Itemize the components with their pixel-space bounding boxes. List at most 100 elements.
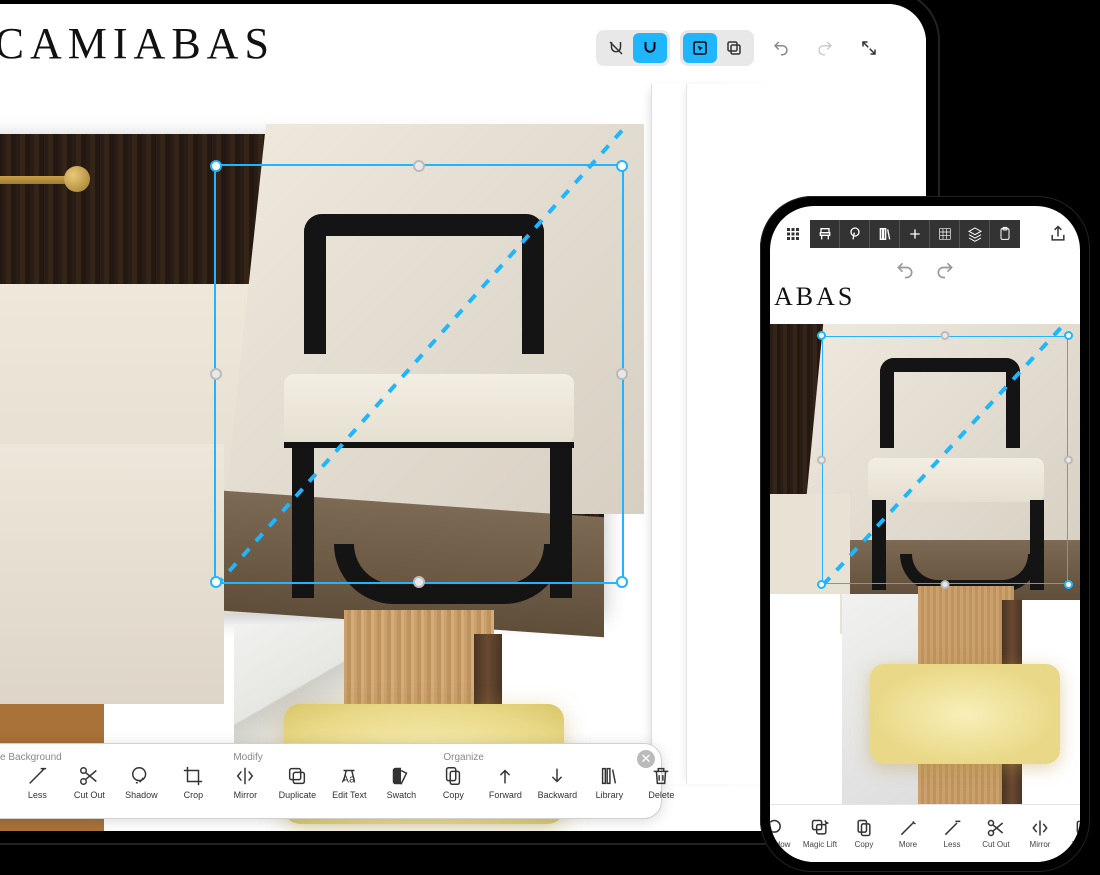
svg-text:Aa: Aa <box>342 773 356 785</box>
mirror-icon <box>234 765 256 787</box>
scissors-icon <box>78 765 100 787</box>
cutout-button[interactable]: Cut Out <box>974 818 1018 849</box>
snap-off-button[interactable] <box>599 33 633 63</box>
copy-icon <box>442 765 464 787</box>
lamp-shade[interactable] <box>870 664 1060 764</box>
swatch-icon <box>390 765 412 787</box>
shadow-button[interactable]: Shadow <box>116 765 166 800</box>
page-title: ABAS <box>774 282 855 312</box>
clipboard-button[interactable] <box>990 220 1020 248</box>
grid-icon <box>784 225 802 243</box>
text-icon: Aa <box>338 765 360 787</box>
trash-icon <box>650 765 672 787</box>
redo-icon <box>816 39 834 57</box>
wand-plus-icon <box>898 818 918 838</box>
iphone-top-toolbar <box>778 220 1072 248</box>
mirror-button[interactable]: Mirror <box>1018 818 1062 849</box>
mirror-button[interactable]: Mirror <box>220 765 270 800</box>
expand-icon <box>860 39 878 57</box>
less-button[interactable]: Less <box>930 818 974 849</box>
arrow-down-icon <box>546 765 568 787</box>
chair-icon <box>817 226 833 242</box>
context-toolbar: ✕ Magic Lift Remove Background Modify Or… <box>0 743 662 819</box>
more-button[interactable]: More <box>0 765 10 800</box>
redo-button[interactable] <box>935 260 955 285</box>
delete-button[interactable]: Delete <box>636 765 686 800</box>
magnet-off-icon <box>607 39 625 57</box>
brass-knob[interactable] <box>64 166 90 192</box>
snap-on-button[interactable] <box>633 33 667 63</box>
pinterest-icon <box>847 226 863 242</box>
arrow-up-icon <box>494 765 516 787</box>
multi-select-button[interactable] <box>717 33 751 63</box>
select-group <box>680 30 754 66</box>
add-button[interactable] <box>900 220 930 248</box>
iphone-device-frame: ABAS <box>760 196 1090 872</box>
plus-icon <box>907 226 923 242</box>
wand-minus-icon <box>26 765 48 787</box>
forward-button[interactable]: Forward <box>480 765 530 800</box>
duplicate-icon <box>286 765 308 787</box>
clipboard-icon <box>997 226 1013 242</box>
layers-button[interactable] <box>960 220 990 248</box>
layers-icon <box>967 226 983 242</box>
library-nav-button[interactable] <box>870 220 900 248</box>
swatch-plaster-2[interactable] <box>0 444 224 704</box>
undo-icon <box>772 39 790 57</box>
redo-button[interactable] <box>808 33 842 63</box>
iphone-context-toolbar: Shadow Magic Lift Copy More Less Cut Out… <box>770 804 1080 862</box>
select-mode-button[interactable] <box>683 33 717 63</box>
copy-icon <box>854 818 874 838</box>
duplicate-icon <box>725 39 743 57</box>
crop-button[interactable]: Crop <box>168 765 218 800</box>
iphone-canvas[interactable] <box>770 324 1080 810</box>
furniture-button[interactable] <box>810 220 840 248</box>
share-icon <box>1048 224 1068 244</box>
fullscreen-button[interactable] <box>852 33 886 63</box>
undo-icon <box>895 260 915 280</box>
magic-lift-button[interactable]: Magic Lift <box>798 818 842 849</box>
library-plus-icon <box>1074 818 1080 838</box>
redo-icon <box>935 260 955 280</box>
mesh-icon <box>937 226 953 242</box>
library-icon <box>598 765 620 787</box>
pinterest-button[interactable] <box>840 220 870 248</box>
snap-group <box>596 30 670 66</box>
toolbar-section-headers: Remove Background Modify Organize <box>0 750 686 763</box>
close-toolbar-button[interactable]: ✕ <box>637 750 655 768</box>
chair-image[interactable] <box>840 348 1060 588</box>
shadow-icon <box>770 818 786 838</box>
page-title: ICAMIABAS <box>0 18 275 69</box>
iphone-screen: ABAS <box>770 206 1080 862</box>
section-modify: Modify <box>233 752 443 763</box>
edittext-button[interactable]: AaEdit Text <box>324 765 374 800</box>
less-button[interactable]: Less <box>12 765 62 800</box>
undo-button[interactable] <box>895 260 915 285</box>
share-button[interactable] <box>1044 220 1072 248</box>
undo-button[interactable] <box>764 33 798 63</box>
backward-button[interactable]: Backward <box>532 765 582 800</box>
more-button[interactable]: More <box>886 818 930 849</box>
cutout-button[interactable]: Cut Out <box>64 765 114 800</box>
wand-minus-icon <box>942 818 962 838</box>
copy-button[interactable]: Copy <box>428 765 478 800</box>
scissors-icon <box>986 818 1006 838</box>
books-icon <box>877 226 893 242</box>
crop-icon <box>182 765 204 787</box>
top-toolbar <box>596 30 886 66</box>
duplicate-button[interactable]: Duplicate <box>272 765 322 800</box>
page-stack-edge2 <box>686 84 736 784</box>
shadow-button[interactable]: Shadow <box>770 818 798 849</box>
grid-toggle-button[interactable] <box>930 220 960 248</box>
magic-lift-icon <box>810 818 830 838</box>
mirror-icon <box>1030 818 1050 838</box>
apps-grid-button[interactable] <box>778 220 808 248</box>
magnet-icon <box>641 39 659 57</box>
chair-image[interactable] <box>244 194 604 614</box>
shadow-icon <box>130 765 152 787</box>
section-remove-bg: Remove Background <box>0 752 233 763</box>
copy-button[interactable]: Copy <box>842 818 886 849</box>
library-button[interactable]: Library <box>1062 818 1080 849</box>
swatch-button[interactable]: Swatch <box>376 765 426 800</box>
library-button[interactable]: Library <box>584 765 634 800</box>
